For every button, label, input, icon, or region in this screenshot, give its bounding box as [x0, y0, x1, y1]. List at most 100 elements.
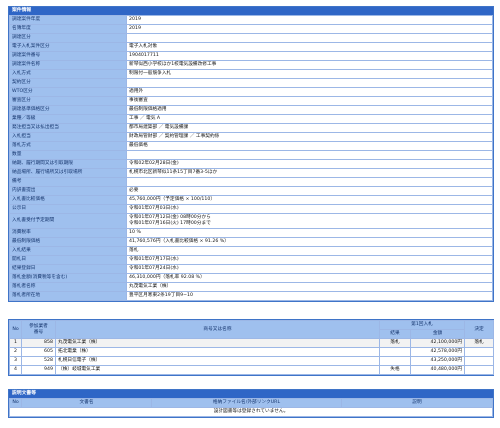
bidder-amount: 42,578,000円: [409, 347, 466, 357]
info-row: WTO区分 適用外: [9, 87, 493, 97]
bidder-code: 858: [21, 338, 56, 348]
info-value: 2019: [126, 24, 493, 34]
info-value: 財政局管財部 ／ 契約管理課 ／ 工事契約係: [126, 132, 493, 142]
info-value: 令和01年07月17日(水): [126, 255, 493, 265]
info-value: 2019: [126, 15, 493, 25]
info-value: 電子入札対象: [126, 42, 493, 52]
bidder-result: [379, 347, 411, 357]
bidder-decision: [464, 356, 495, 366]
info-value: [126, 33, 493, 43]
info-label: 入札書受付予定期間: [9, 213, 127, 229]
col-no: No: [9, 320, 22, 339]
info-row: 数量: [9, 150, 493, 160]
info-row: 入札方式 制限付一般競争入札: [9, 69, 493, 79]
info-value: 令和01年07月12日(金) 08時00分から 令和01年07月16日(火) 1…: [126, 213, 493, 229]
col-round1: 第1回入札: [378, 320, 466, 330]
info-row: 名簿年度 2019: [9, 24, 493, 34]
info-value: 1904017711: [126, 51, 493, 61]
info-label: 公示日: [9, 204, 127, 214]
info-row: 備考: [9, 177, 493, 187]
info-row: 納期、履行期間又は引取期限 令和02年02月28日(金): [9, 159, 493, 169]
col-decision: 決定: [464, 320, 495, 339]
bidder-row: 1 858 丸茂電気工業（株） 落札 42,100,000円 落札: [9, 338, 495, 348]
info-row: 公示日 令和01年07月03日(水): [9, 204, 493, 214]
info-value: 41,760,576円（入札書比較価格 × 91.26 %）: [126, 237, 493, 247]
docs-col-file: 格納ファイル名/外部リンクURL: [151, 398, 342, 408]
info-row: 落札金額(消費税等を含む) 46,310,000円（落札率 92.08 %）: [9, 273, 493, 283]
info-value: 適用外: [126, 87, 493, 97]
bidder-amount: 40,480,000円: [409, 365, 466, 375]
info-label: 発注担当又は払出担当: [9, 123, 127, 133]
bidders-table: No 参加業者 番号 商号又は名称 第1回入札 決定 結果 金額 1 858 丸茂電…: [9, 320, 495, 375]
col-result: 結果: [379, 329, 411, 339]
info-label: 結果登録日: [9, 264, 127, 274]
docs-panel: 説明文書等 No 文書名 格納ファイル名/外部リンクURL 説明 設計図書等は登…: [8, 389, 494, 418]
info-value: 最低制限価格適用: [126, 105, 493, 115]
info-value: 令和02年02月28日(金): [126, 159, 493, 169]
info-label: 入札担当: [9, 132, 127, 142]
info-label: 備考: [9, 177, 127, 187]
info-label: 調達案件年度: [9, 15, 127, 25]
info-row: 結果登録日 令和01年07月24日(水): [9, 264, 493, 274]
info-label: 落札金額(消費税等を含む): [9, 273, 127, 283]
docs-title: 説明文書等: [9, 390, 493, 398]
info-label: 落札方式: [9, 141, 127, 151]
info-label: 入札書比較価格: [9, 195, 127, 205]
bidder-decision: 落札: [464, 338, 495, 348]
info-row: 入札結果 落札: [9, 246, 493, 256]
info-row: 発注担当又は払出担当 都市局建築部 ／ 電気設備課: [9, 123, 493, 133]
info-value: 丸茂電気工業（株）: [126, 282, 493, 292]
info-value: 10 %: [126, 228, 493, 238]
info-value: 制限付一般競争入札: [126, 69, 493, 79]
case-info-title: 案件情報: [9, 7, 493, 15]
info-row: 入札書受付予定期間 令和01年07月12日(金) 08時00分から 令和01年07…: [9, 213, 493, 229]
info-row: 入札担当 財政局管財部 ／ 契約管理課 ／ 工事契約係: [9, 132, 493, 142]
info-label: 消費税率: [9, 228, 127, 238]
info-label: 最低制限価格: [9, 237, 127, 247]
info-label: 調達区分: [9, 33, 127, 43]
bidders-panel: No 参加業者 番号 商号又は名称 第1回入札 決定 結果 金額 1 858 丸茂電…: [8, 319, 495, 376]
docs-col-note: 説明: [341, 398, 493, 408]
info-row: 落札者名称 丸茂電気工業（株）: [9, 282, 493, 292]
info-value: [126, 78, 493, 88]
bidder-decision: [464, 365, 495, 375]
bidder-row: 2 605 拓北電業（株） 42,578,000円: [9, 347, 495, 357]
info-label: 契約区分: [9, 78, 127, 88]
bidder-result: 落札: [379, 338, 411, 348]
info-label: 落札者所在地: [9, 291, 127, 301]
case-info-panel: 案件情報 調達案件年度 2019 名簿年度 2019 調達区分 電子入札案件区分 電子入札対…: [8, 6, 494, 302]
info-value: 必要: [126, 186, 493, 196]
bidder-code: 605: [21, 347, 56, 357]
bidder-name: 拓北電業（株）: [55, 347, 380, 357]
info-label: 落札者名称: [9, 282, 127, 292]
info-label: 調達案件名称: [9, 60, 127, 70]
info-row: 調達案件番号 1904017711: [9, 51, 493, 61]
info-label: 業種／等級: [9, 114, 127, 124]
col-amount: 金額: [409, 329, 466, 339]
info-value: 札幌市北区新琴似11条15丁目7番3-5ほか: [126, 168, 493, 178]
info-row: 契約区分: [9, 78, 493, 88]
bidder-row: 3 528 札幌日信電子（株） 43,250,000円: [9, 356, 495, 366]
info-value: 最低価格: [126, 141, 493, 151]
info-value: 45,760,000円（予定価格 × 100/110）: [126, 195, 493, 205]
info-row: 業種／等級 工事 ／ 電気 A: [9, 114, 493, 124]
docs-col-name: 文書名: [21, 398, 152, 408]
case-info-table: 調達案件年度 2019 名簿年度 2019 調達区分 電子入札案件区分 電子入札対象 調達案件…: [9, 15, 493, 301]
info-value: 46,310,000円（落札率 92.08 %）: [126, 273, 493, 283]
bidder-name: 丸茂電気工業（株）: [55, 338, 380, 348]
info-row: 審査区分 事後審査: [9, 96, 493, 106]
info-row: 調達案件年度 2019: [9, 15, 493, 25]
bidder-amount: 42,100,000円: [409, 338, 466, 348]
info-label: WTO区分: [9, 87, 127, 97]
col-name: 商号又は名称: [55, 320, 380, 339]
bidder-no: 2: [9, 347, 22, 357]
info-value: 工事 ／ 電気 A: [126, 114, 493, 124]
info-row: 調達区分: [9, 33, 493, 43]
info-row: 消費税率 10 %: [9, 228, 493, 238]
info-label: 調達基準価格区分: [9, 105, 127, 115]
bidder-name: 札幌日信電子（株）: [55, 356, 380, 366]
info-label: 数量: [9, 150, 127, 160]
info-label: 調達案件番号: [9, 51, 127, 61]
bidder-no: 3: [9, 356, 22, 366]
info-row: 調達案件名称 新琴似西小学校ほか1校電気設備改修工事: [9, 60, 493, 70]
